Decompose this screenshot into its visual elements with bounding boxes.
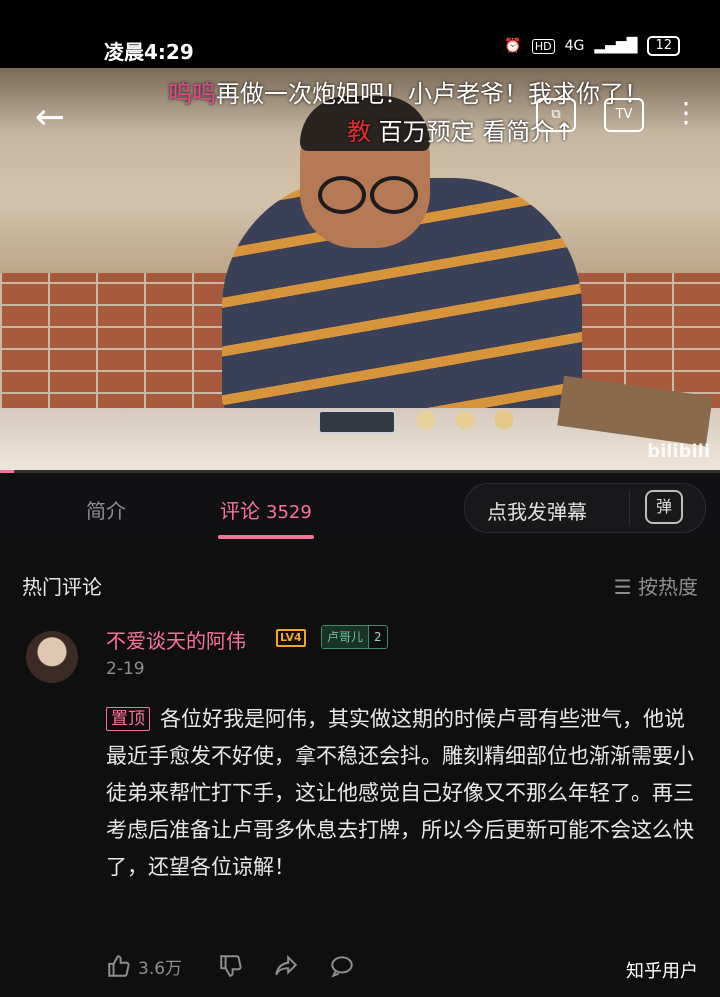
- alarm-icon: ⏰: [504, 38, 522, 54]
- zhihu-watermark: 知乎用户: [626, 961, 698, 982]
- comments-count: 3529: [266, 502, 312, 523]
- thumbs-up-icon: [108, 955, 130, 977]
- sort-button[interactable]: ☰ 按热度: [614, 571, 698, 600]
- danmaku-toggle-icon[interactable]: 弹: [645, 490, 683, 524]
- comment-date: 2-19: [106, 659, 145, 679]
- tab-active-indicator: [218, 535, 314, 539]
- user-level-badge: LV4: [276, 629, 306, 647]
- bilibili-watermark: bilibili: [647, 441, 710, 462]
- status-time: 凌晨4:29: [104, 40, 194, 64]
- video-top-controls: ⧉ TV ⋮: [536, 98, 700, 132]
- comment-text: 各位好我是阿伟，其实做这期的时候卢哥有些泄气，他说最近手愈发不好使，拿不稳还会抖…: [106, 707, 694, 879]
- tab-comments[interactable]: 评论 3529: [220, 495, 312, 524]
- comments-section: 热门评论 ☰ 按热度 不爱谈天的阿伟 LV4 卢哥儿 2 2-19 置顶 各位好我…: [0, 543, 720, 997]
- comment-username[interactable]: 不爱谈天的阿伟: [106, 625, 246, 654]
- sort-label: 按热度: [638, 575, 698, 599]
- share-button[interactable]: [272, 953, 300, 979]
- comment-body: 置顶 各位好我是阿伟，其实做这期的时候卢哥有些泄气，他说最近手愈发不好使，拿不稳还…: [106, 701, 698, 886]
- sort-icon: ☰: [613, 575, 632, 599]
- tab-comments-label: 评论: [220, 499, 260, 523]
- avatar[interactable]: [26, 631, 78, 683]
- fan-medal-name: 卢哥儿: [322, 626, 369, 648]
- video-phone: [318, 410, 396, 434]
- pinned-badge: 置顶: [106, 707, 150, 731]
- tv-cast-icon[interactable]: TV: [604, 98, 644, 132]
- signal-icon: ▂▄▆█: [594, 38, 638, 54]
- battery-indicator: 12: [647, 36, 680, 56]
- status-bar: 凌晨4:29 ⏰ HD 4G ▂▄▆█ 12: [0, 0, 720, 68]
- comment-actions: 3.6万: [106, 953, 356, 979]
- reply-button[interactable]: [328, 953, 356, 979]
- fan-medal-level: 2: [368, 626, 387, 648]
- danmaku-red: 教: [347, 118, 371, 146]
- picture-in-picture-icon[interactable]: ⧉: [536, 98, 576, 132]
- network-label: 4G: [564, 38, 585, 54]
- dislike-button[interactable]: [218, 953, 244, 979]
- share-icon: [275, 954, 298, 976]
- comment-bubble-icon: [331, 956, 353, 978]
- send-danmaku-button[interactable]: 点我发弹幕 弹: [464, 483, 706, 533]
- like-count: 3.6万: [138, 958, 183, 979]
- hot-comments-title: 热门评论: [22, 575, 102, 599]
- hd-icon: HD: [531, 38, 555, 54]
- danmaku-divider: [629, 490, 630, 526]
- tab-intro[interactable]: 简介: [86, 495, 126, 524]
- fan-medal-badge: 卢哥儿 2: [321, 625, 388, 649]
- more-options-icon[interactable]: ⋮: [672, 98, 700, 132]
- send-danmaku-label: 点我发弹幕: [487, 500, 587, 524]
- back-arrow-icon[interactable]: ←: [30, 98, 70, 138]
- video-player[interactable]: 呜呜再做一次炮姐吧！小卢老爷！我求你了！ 教 百万预定 看简介↑ ← ⧉ TV …: [0, 68, 720, 472]
- thumbs-down-icon: [220, 955, 242, 977]
- like-button[interactable]: 3.6万: [106, 953, 182, 979]
- status-icons: ⏰ HD 4G ▂▄▆█ 12: [504, 36, 680, 56]
- danmaku-pink: 呜呜: [168, 80, 216, 108]
- tab-bar: 简介 评论 3529 点我发弹幕 弹: [0, 473, 720, 544]
- video-person-glasses: [318, 176, 418, 214]
- video-peanuts: [400, 410, 530, 430]
